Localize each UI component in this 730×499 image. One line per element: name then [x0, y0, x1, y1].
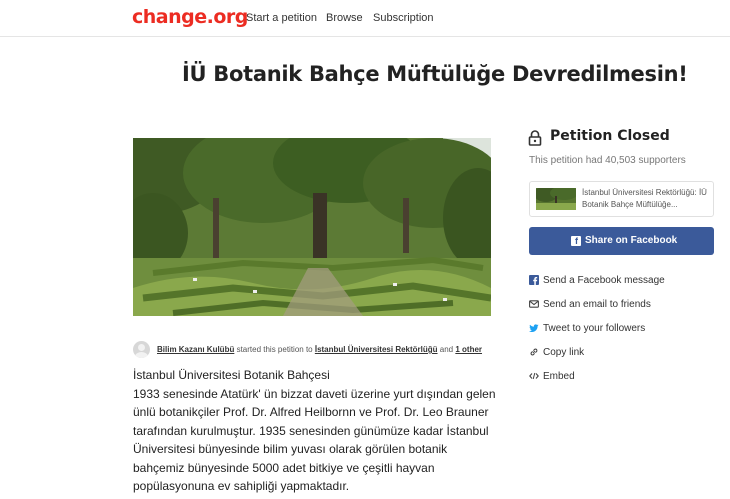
target-thumbnail	[536, 188, 576, 210]
twitter-icon	[529, 324, 539, 332]
facebook-icon: f	[571, 236, 581, 246]
share-on-facebook-button[interactable]: f Share on Facebook	[529, 227, 714, 255]
supporter-count: This petition had 40,503 supporters	[529, 155, 686, 166]
description-heading: İstanbul Üniversitesi Botanik Bahçesi	[133, 368, 330, 382]
change-org-logo[interactable]: change.org	[132, 6, 248, 28]
send-facebook-message-label: Send a Facebook message	[543, 275, 665, 286]
link-icon	[530, 348, 538, 356]
target-card-text: İstanbul Üniversitesi Rektörlüğü: İÜ Bot…	[582, 188, 707, 209]
petition-image	[133, 138, 491, 316]
tweet-followers-label: Tweet to your followers	[543, 323, 646, 334]
petition-title: İÜ Botanik Bahçe Müftülüğe Devredilmesin…	[182, 62, 688, 86]
starter-name-link[interactable]: Bilim Kazanı Kulübü	[157, 345, 234, 354]
petition-starter-line: Bilim Kazanı Kulübü started this petitio…	[133, 341, 493, 359]
starter-text: Bilim Kazanı Kulübü started this petitio…	[157, 345, 482, 354]
avatar	[133, 341, 150, 358]
starter-and-text: and	[437, 345, 456, 354]
description-paragraph: 1933 senesinde Atatürk' ün bizzat daveti…	[133, 386, 496, 494]
lock-icon	[528, 130, 542, 146]
nav-subscription[interactable]: Subscription	[373, 12, 434, 24]
embed-label: Embed	[543, 371, 575, 382]
embed-icon	[529, 372, 539, 380]
copy-link-label: Copy link	[543, 347, 585, 358]
share-on-facebook-label: Share on Facebook	[585, 235, 678, 246]
starter-middle-text: started this petition to	[234, 345, 315, 354]
nav-start-petition[interactable]: Start a petition	[246, 12, 317, 24]
target-card[interactable]: İstanbul Üniversitesi Rektörlüğü: İÜ Bot…	[529, 181, 714, 217]
facebook-icon	[529, 275, 539, 285]
target-link[interactable]: İstanbul Üniversitesi Rektörlüğü	[315, 345, 438, 354]
top-navigation-bar: change.org Start a petition Browse Subsc…	[0, 0, 730, 37]
nav-browse[interactable]: Browse	[326, 12, 363, 24]
send-email-label: Send an email to friends	[543, 299, 651, 310]
email-icon	[529, 300, 539, 308]
petition-closed-label: Petition Closed	[550, 128, 670, 144]
petition-description: İstanbul Üniversitesi Botanik Bahçesi 19…	[133, 366, 498, 496]
other-target-link[interactable]: 1 other	[455, 345, 482, 354]
